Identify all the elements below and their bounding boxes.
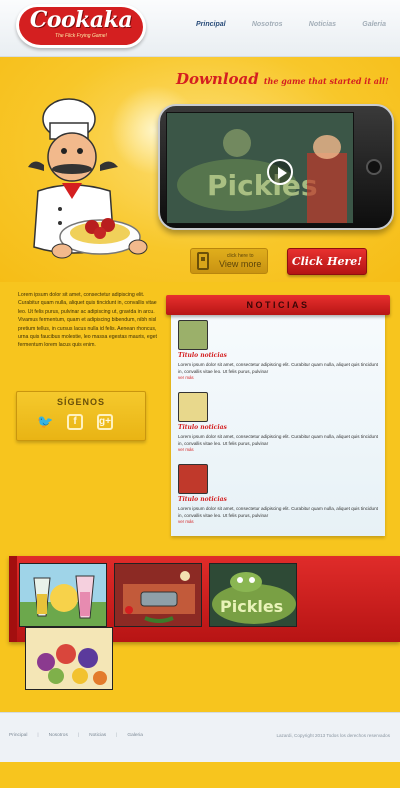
news-read-more-link[interactable]: ver más xyxy=(178,519,378,524)
footer-link-galeria[interactable]: Galeria xyxy=(127,733,142,738)
view-more-texts: click here to View more xyxy=(219,253,261,269)
main-nav: Principal Nosotros Noticias Galeria xyxy=(196,21,386,28)
news-excerpt: Lorem ipsum dolor sit amet, consectetur … xyxy=(178,362,378,374)
view-more-label: View more xyxy=(219,259,262,269)
copyright-text: Lazardi, Copyright 2013 Todos los derech… xyxy=(276,733,390,738)
twitter-icon[interactable]: 🐦 xyxy=(37,414,53,430)
video-screen[interactable]: Pickles xyxy=(166,112,354,224)
footer-nav: Principal | Nosotros | Noticias | Galeri… xyxy=(9,733,143,738)
phone-video-player: Pickles xyxy=(158,104,394,230)
footer-link-noticias[interactable]: Noticias xyxy=(89,733,106,738)
facebook-icon[interactable]: f xyxy=(67,414,83,430)
bottom-strip xyxy=(0,762,400,788)
download-headline: Download the game that started it all! xyxy=(176,69,389,99)
nav-item-nosotros[interactable]: Nosotros xyxy=(252,21,283,28)
nav-item-noticias[interactable]: Noticias xyxy=(309,21,336,28)
social-icons: 🐦 f g+ xyxy=(37,414,113,430)
follow-us-title: SÍGENOS xyxy=(56,397,105,407)
site-logo[interactable]: Cookaka The Flick Frying Game! xyxy=(16,4,146,48)
gallery-edge xyxy=(9,556,17,642)
gallery-thumb-fruits[interactable] xyxy=(25,627,113,690)
header-bar: Cookaka The Flick Frying Game! Principal… xyxy=(0,0,400,57)
headline-download: Download xyxy=(176,70,259,88)
drinks-image xyxy=(20,564,106,626)
video-thumbnail: Pickles xyxy=(167,113,353,223)
footer-link-principal[interactable]: Principal xyxy=(9,733,27,738)
view-more-button[interactable]: click here to View more xyxy=(190,248,268,274)
news-title[interactable]: Titulo noticias xyxy=(178,424,378,431)
footer-separator: | xyxy=(116,733,118,738)
video-title-art: Pickles xyxy=(207,169,318,202)
mobile-phone-icon xyxy=(197,252,209,270)
gallery-thumb-kitchen[interactable] xyxy=(114,563,202,627)
gallery-thumb-drinks[interactable] xyxy=(19,563,107,627)
footer-link-nosotros[interactable]: Nosotros xyxy=(49,733,68,738)
news-item: Titulo noticias Lorem ipsum dolor sit am… xyxy=(178,320,378,380)
news-excerpt: Lorem ipsum dolor sit amet, consectetur … xyxy=(178,434,378,446)
kitchen-image xyxy=(115,564,201,626)
news-thumbnail[interactable] xyxy=(178,392,208,422)
nav-item-galeria[interactable]: Galeria xyxy=(362,21,386,28)
follow-us-box: SÍGENOS 🐦 f g+ xyxy=(16,391,146,441)
chef-illustration xyxy=(28,98,148,259)
nav-item-principal[interactable]: Principal xyxy=(196,21,226,28)
news-item: Titulo noticias Lorem ipsum dolor sit am… xyxy=(178,464,378,524)
headline-rest: the game that started it all! xyxy=(263,76,389,86)
google-plus-icon[interactable]: g+ xyxy=(97,414,113,430)
pickles-image: Pickles xyxy=(210,564,296,626)
phone-home-button-icon xyxy=(366,159,382,175)
footer-separator: | xyxy=(77,733,80,738)
news-thumbnail[interactable] xyxy=(178,320,208,350)
news-read-more-link[interactable]: ver más xyxy=(178,447,378,452)
footer: Principal | Nosotros | Noticias | Galeri… xyxy=(0,712,400,762)
logo-text: Cookaka xyxy=(29,7,133,33)
logo-tagline: The Flick Frying Game! xyxy=(55,33,107,39)
news-read-more-link[interactable]: ver más xyxy=(178,375,378,380)
intro-text: Lorem ipsum dolor sit amet, consectetur … xyxy=(18,292,157,349)
click-here-button[interactable]: Click Here! xyxy=(287,248,367,275)
hero-section: Download the game that started it all! P… xyxy=(0,57,400,282)
play-icon[interactable] xyxy=(267,159,293,185)
footer-separator: | xyxy=(37,733,39,738)
gallery-thumb-pickles[interactable]: Pickles xyxy=(209,563,297,627)
news-excerpt: Lorem ipsum dolor sit amet, consectetur … xyxy=(178,506,378,518)
news-panel: Titulo noticias Lorem ipsum dolor sit am… xyxy=(171,312,385,536)
pickles-thumb-title: Pickles xyxy=(220,597,283,616)
fruits-image xyxy=(26,628,112,689)
news-title[interactable]: Titulo noticias xyxy=(178,496,378,503)
news-header-ribbon: NOTICIAS xyxy=(166,295,390,315)
news-thumbnail[interactable] xyxy=(178,464,208,494)
news-item: Titulo noticias Lorem ipsum dolor sit am… xyxy=(178,392,378,452)
news-title[interactable]: Titulo noticias xyxy=(178,352,378,359)
